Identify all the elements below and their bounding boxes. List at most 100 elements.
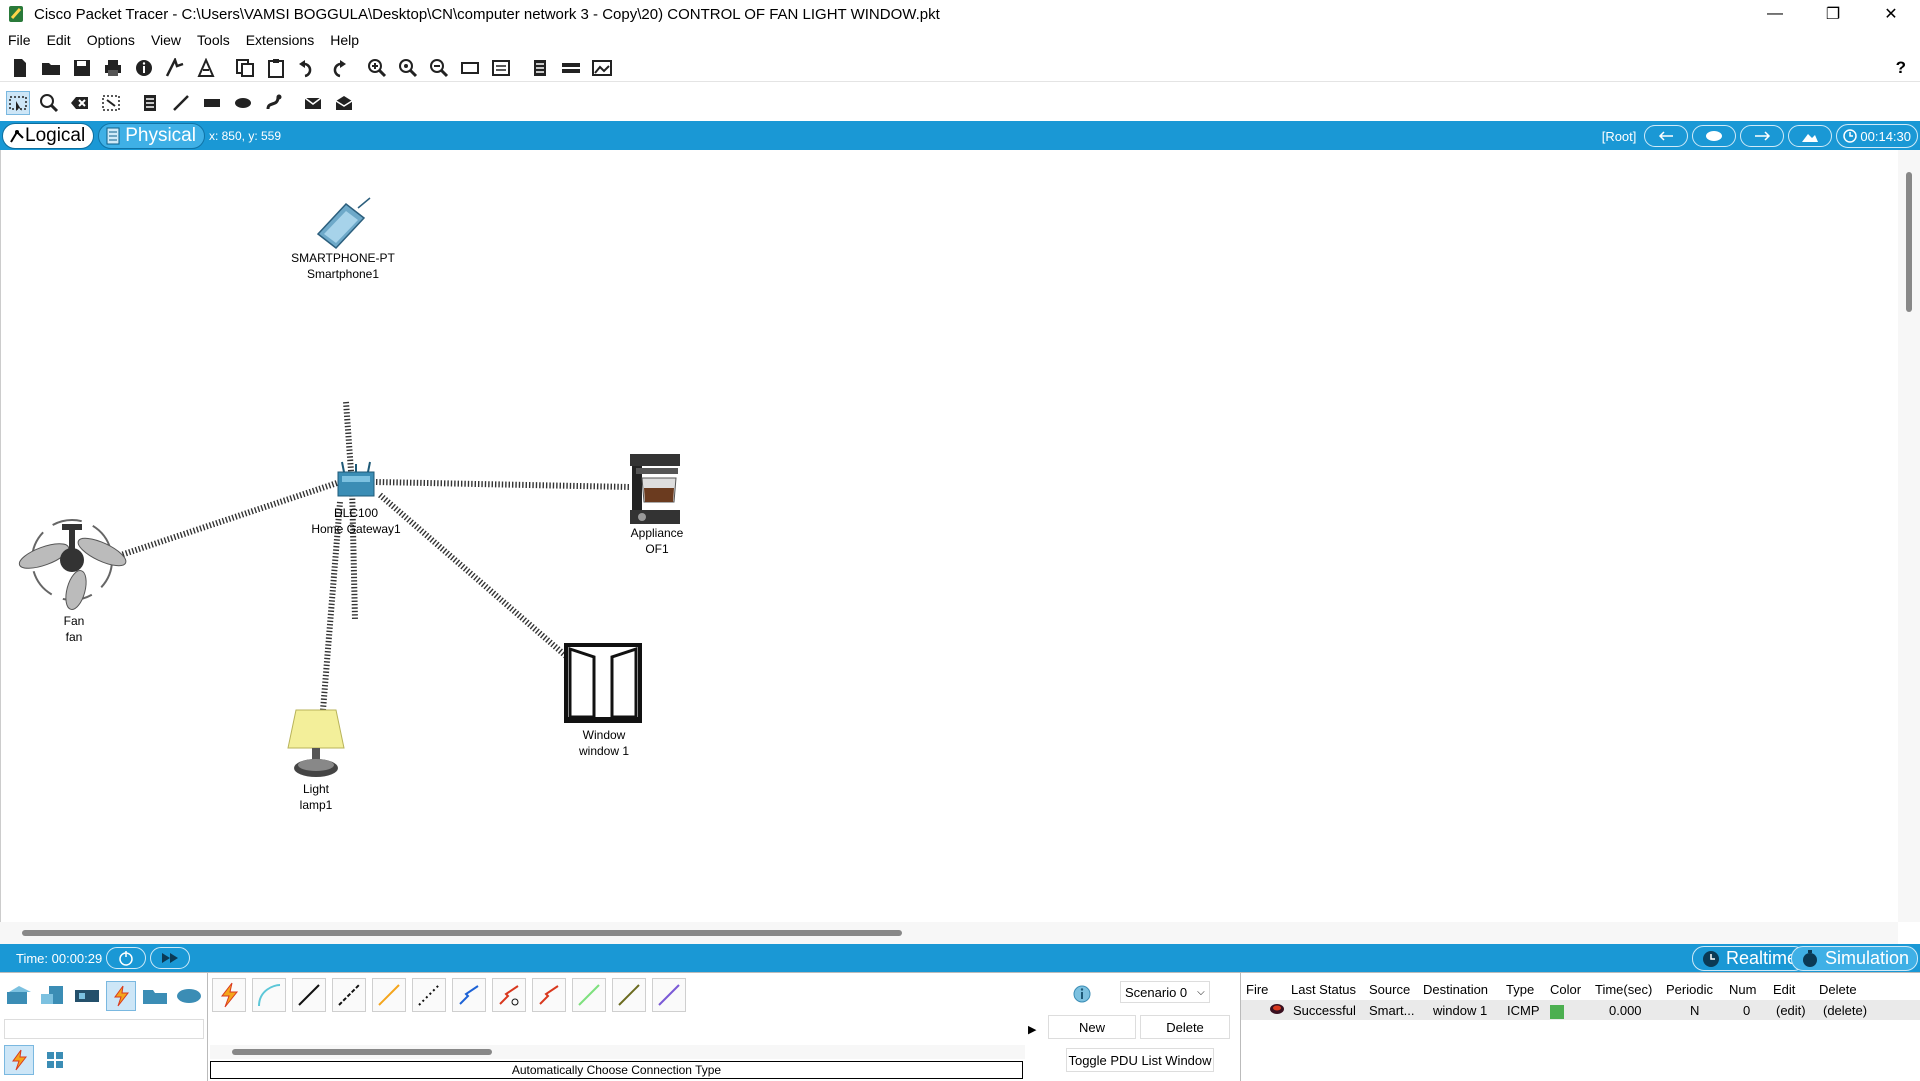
menu-edit[interactable]: Edit	[47, 32, 71, 48]
connections-category-icon[interactable]	[106, 981, 136, 1011]
draw-rectangle-icon[interactable]	[200, 91, 224, 115]
tab-physical[interactable]: Physical	[98, 122, 205, 149]
place-note-icon[interactable]	[138, 91, 162, 115]
toggle-pdu-list-button[interactable]: Toggle PDU List Window	[1066, 1048, 1214, 1072]
link-gateway-appliance[interactable]	[375, 479, 631, 490]
zoom-reset-icon[interactable]	[396, 56, 420, 80]
menu-options[interactable]: Options	[87, 32, 135, 48]
activity-wizard-icon[interactable]	[194, 56, 218, 80]
tab-logical[interactable]: Logical	[2, 122, 95, 149]
undo-icon[interactable]	[295, 56, 319, 80]
grid-icon[interactable]	[40, 1045, 70, 1075]
menu-help[interactable]: Help	[330, 32, 359, 48]
fast-forward-button[interactable]	[150, 947, 191, 969]
restore-button[interactable]: ❐	[1804, 0, 1862, 28]
new-scenario-button[interactable]: New	[1048, 1015, 1136, 1039]
connection-serial-dce-icon[interactable]	[492, 978, 526, 1012]
window-label: Window window 1	[579, 727, 629, 759]
connection-usb-icon[interactable]	[652, 978, 686, 1012]
workspace-horizontal-scrollbar[interactable]	[0, 922, 1898, 944]
help-button[interactable]: ?	[1896, 58, 1906, 78]
smartphone-icon[interactable]	[316, 197, 371, 250]
auto-connection-icon[interactable]	[4, 1045, 34, 1075]
resize-tool-icon[interactable]	[99, 91, 123, 115]
add-complex-pdu-icon[interactable]	[332, 91, 356, 115]
scenario-info-icon[interactable]	[1072, 984, 1092, 1004]
fan-icon[interactable]	[16, 519, 129, 612]
open-folder-icon[interactable]	[39, 56, 63, 80]
zoom-out-icon[interactable]	[427, 56, 451, 80]
draw-ellipse-icon[interactable]	[231, 91, 255, 115]
network-devices-icon[interactable]	[4, 981, 34, 1011]
pdu-edit-link[interactable]: (edit)	[1776, 1003, 1806, 1018]
pdu-last-status: Successful	[1293, 1002, 1356, 1018]
scenario-select[interactable]: Scenario 0 ⌵	[1120, 981, 1210, 1003]
tab-simulation[interactable]: Simulation	[1790, 946, 1918, 971]
menu-view[interactable]: View	[151, 32, 181, 48]
save-icon[interactable]	[70, 56, 94, 80]
power-cycle-button[interactable]	[106, 947, 147, 969]
connection-fiber-icon[interactable]	[372, 978, 406, 1012]
link-gateway-fan[interactable]	[117, 479, 341, 559]
lamp-icon[interactable]	[287, 709, 345, 777]
redo-icon[interactable]	[326, 56, 350, 80]
workspace-vertical-scrollbar[interactable]	[1898, 150, 1920, 922]
menu-file[interactable]: File	[8, 32, 31, 48]
root-breadcrumb[interactable]: [Root]	[1602, 129, 1637, 144]
home-gateway-icon[interactable]	[337, 461, 375, 497]
select-tool-icon[interactable]	[6, 91, 30, 115]
delete-scenario-button[interactable]: Delete	[1140, 1015, 1230, 1039]
new-file-icon[interactable]	[8, 56, 32, 80]
device-search-field[interactable]	[4, 1019, 204, 1039]
window-icon[interactable]	[564, 643, 642, 723]
set-background-button[interactable]	[1788, 125, 1833, 147]
table-row[interactable]: Successful Smart... window 1 ICMP 0.000 …	[1241, 1000, 1920, 1020]
new-cluster-button[interactable]	[1692, 125, 1737, 147]
fire-indicator-icon[interactable]	[1269, 1003, 1285, 1018]
link-gateway-window[interactable]	[378, 492, 568, 659]
delete-tool-icon[interactable]	[68, 91, 92, 115]
inspect-tool-icon[interactable]	[37, 91, 61, 115]
connection-copper-straight-icon[interactable]	[292, 978, 326, 1012]
freeform-icon[interactable]	[262, 91, 286, 115]
connection-serial-dte-icon[interactable]	[532, 978, 566, 1012]
multiuser-icon[interactable]	[174, 981, 204, 1011]
screenshot-icon[interactable]	[590, 56, 614, 80]
move-object-button[interactable]	[1740, 125, 1785, 147]
col-fire: Fire	[1246, 981, 1269, 997]
connection-copper-cross-icon[interactable]	[332, 978, 366, 1012]
connection-phone-icon[interactable]	[412, 978, 446, 1012]
custom-device-icon[interactable]	[489, 56, 513, 80]
connection-iot-icon[interactable]	[612, 978, 646, 1012]
back-button[interactable]	[1644, 125, 1689, 147]
window-model: Window	[582, 728, 626, 742]
collapse-panel-arrow-icon[interactable]: ▶	[1028, 1023, 1036, 1036]
notes-icon[interactable]	[528, 56, 552, 80]
tab-realtime[interactable]: Realtime	[1691, 946, 1806, 971]
info-icon[interactable]	[132, 56, 156, 80]
zoom-in-icon[interactable]	[365, 56, 389, 80]
add-simple-pdu-icon[interactable]	[301, 91, 325, 115]
misc-icon[interactable]	[140, 981, 170, 1011]
connection-auto-icon[interactable]	[212, 978, 246, 1012]
minimize-button[interactable]: —	[1746, 0, 1804, 28]
menu-extensions[interactable]: Extensions	[246, 32, 314, 48]
connection-coaxial-icon[interactable]	[452, 978, 486, 1012]
components-icon[interactable]	[72, 981, 102, 1011]
pdu-delete-link[interactable]: (delete)	[1823, 1003, 1867, 1018]
end-devices-icon[interactable]	[38, 981, 68, 1011]
close-button[interactable]: ✕	[1862, 0, 1920, 28]
connection-console-icon[interactable]	[252, 978, 286, 1012]
network-wizard-icon[interactable]	[163, 56, 187, 80]
connection-octal-icon[interactable]	[572, 978, 606, 1012]
copy-icon[interactable]	[233, 56, 257, 80]
connections-scrollbar[interactable]	[210, 1045, 1025, 1059]
device-template-icon[interactable]	[559, 56, 583, 80]
drawing-palette-icon[interactable]	[458, 56, 482, 80]
appliance-icon[interactable]	[630, 454, 680, 524]
print-icon[interactable]	[101, 56, 125, 80]
menu-tools[interactable]: Tools	[197, 32, 230, 48]
draw-line-icon[interactable]	[169, 91, 193, 115]
viewport-clock[interactable]: 00:14:30	[1836, 124, 1918, 148]
paste-icon[interactable]	[264, 56, 288, 80]
